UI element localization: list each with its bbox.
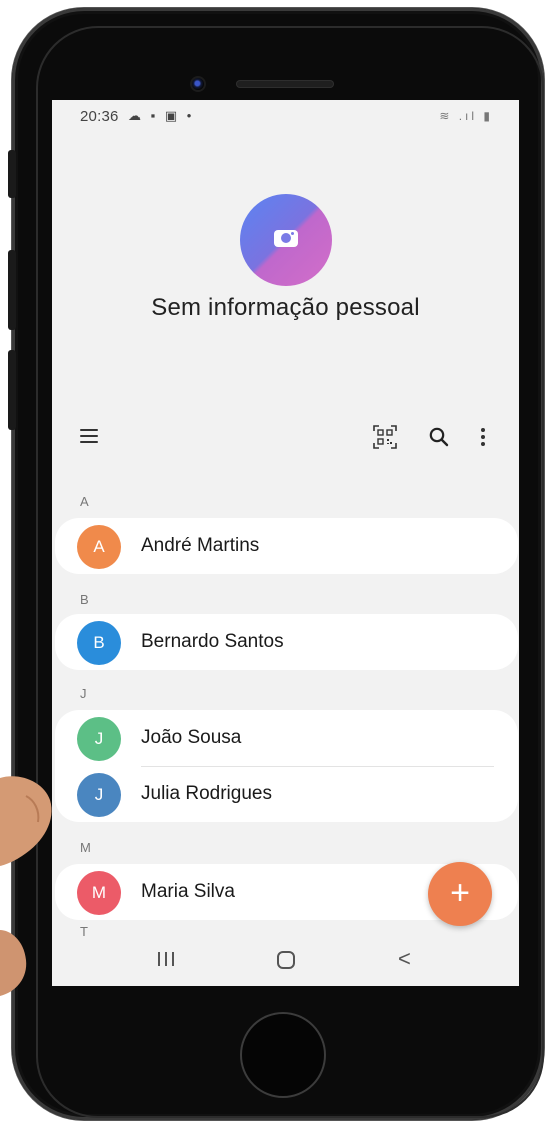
contact-card-b: B Bernardo Santos	[55, 614, 518, 670]
home-icon[interactable]	[277, 951, 295, 969]
navigation-bar: <	[52, 938, 519, 986]
avatar: A	[77, 525, 121, 569]
section-header-a: A	[80, 494, 89, 509]
mute-switch	[8, 150, 16, 198]
front-camera	[190, 76, 206, 92]
avatar: J	[77, 773, 121, 817]
notification-icons: ☁ ▪ ▣ •	[128, 108, 195, 123]
contact-name: André Martins	[141, 535, 260, 556]
toolbar	[52, 420, 519, 456]
hardware-home-button[interactable]	[240, 1012, 326, 1098]
contact-row-andre-martins[interactable]: A André Martins	[55, 520, 518, 572]
more-vertical-icon[interactable]	[476, 426, 490, 448]
section-header-j: J	[80, 686, 87, 701]
contact-row-julia-rodrigues[interactable]: J Julia Rodrigues	[55, 768, 518, 820]
contact-name: Bernardo Santos	[141, 631, 284, 652]
add-contact-button[interactable]: +	[428, 862, 492, 926]
hand-finger	[0, 776, 52, 996]
search-icon[interactable]	[428, 426, 450, 448]
status-time: 20:36	[80, 108, 119, 125]
back-icon[interactable]: <	[398, 948, 414, 970]
avatar: B	[77, 621, 121, 665]
camera-icon	[274, 230, 298, 247]
profile-name[interactable]: Sem informação pessoal	[52, 294, 519, 322]
hamburger-menu-icon[interactable]	[80, 429, 98, 443]
contact-name: João Sousa	[141, 727, 242, 748]
contact-row-joao-sousa[interactable]: J João Sousa	[55, 712, 518, 764]
avatar: M	[77, 871, 121, 915]
contact-name: Julia Rodrigues	[141, 783, 272, 804]
signal-battery-icons: ≋ .ıl ▮	[439, 109, 493, 123]
contact-name: Maria Silva	[141, 881, 235, 902]
earpiece-speaker	[236, 80, 334, 88]
volume-up-button	[8, 250, 16, 330]
section-header-m: M	[80, 840, 91, 855]
status-bar: 20:36 ☁ ▪ ▣ • ≋ .ıl ▮	[52, 100, 519, 132]
contact-card-j: J João Sousa J Julia Rodrigues	[55, 710, 518, 822]
contact-row-bernardo-santos[interactable]: B Bernardo Santos	[55, 616, 518, 668]
profile-avatar[interactable]	[240, 194, 332, 286]
volume-down-button	[8, 350, 16, 430]
contact-card-a: A André Martins	[55, 518, 518, 574]
section-header-b: B	[80, 592, 89, 607]
section-header-t: T	[80, 924, 88, 939]
qr-code-icon[interactable]	[372, 424, 398, 450]
recent-apps-icon[interactable]	[156, 952, 176, 968]
avatar: J	[77, 717, 121, 761]
row-divider	[141, 766, 494, 767]
screen: 20:36 ☁ ▪ ▣ • ≋ .ıl ▮ Sem informação pes…	[52, 100, 519, 986]
